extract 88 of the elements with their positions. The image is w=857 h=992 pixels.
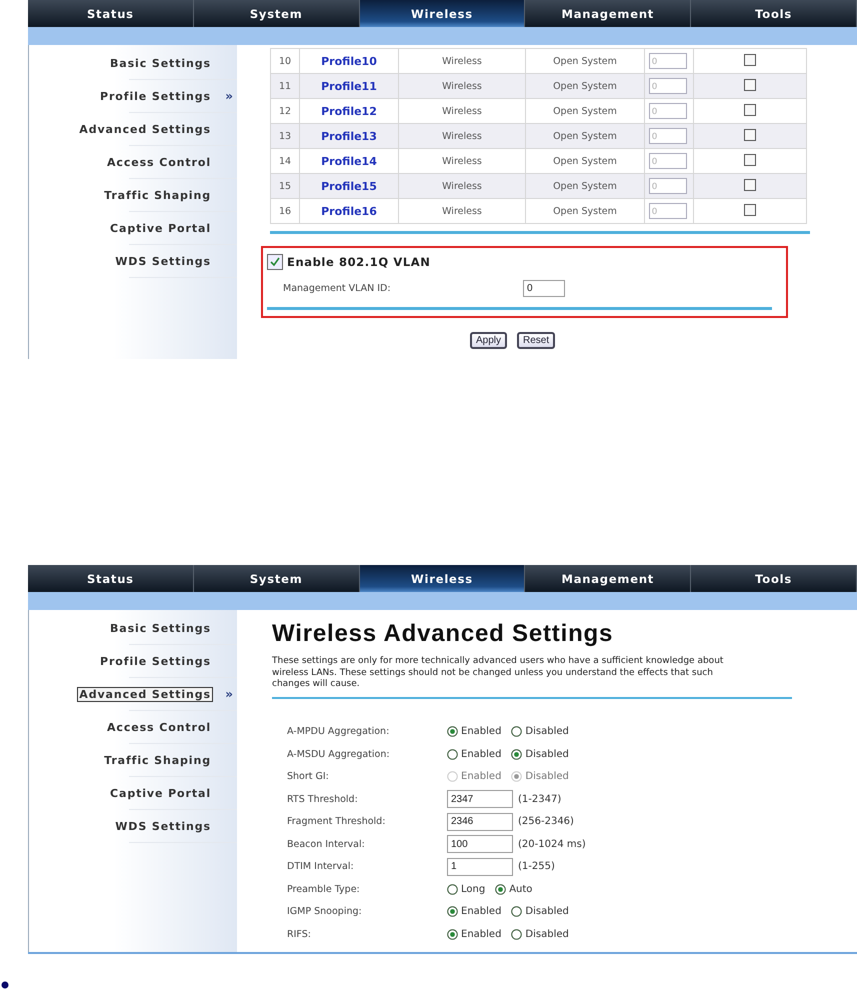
range-hint: (256-2346) (518, 816, 574, 828)
sidebar-item[interactable]: Access Control (104, 720, 213, 734)
range-hint: (20-1024 ms) (518, 838, 586, 850)
radio-label: Disabled (525, 726, 569, 738)
field-label: Management VLAN ID: (283, 283, 392, 294)
checkbox[interactable] (267, 254, 283, 270)
checkbox[interactable] (744, 154, 756, 166)
radio-button[interactable] (447, 906, 458, 918)
input-field[interactable]: 0 (523, 280, 565, 297)
radio-button[interactable] (447, 748, 458, 760)
radio-label: Enabled (461, 726, 502, 738)
radio-label: Disabled (525, 748, 569, 760)
setting-label: Preamble Type: (287, 884, 361, 895)
profile-link[interactable]: Profile15 (321, 180, 377, 192)
sidebar-item[interactable]: Basic Settings (108, 56, 213, 70)
radio-label: Disabled (525, 906, 569, 918)
page-title: Wireless Advanced Settings (272, 620, 614, 648)
radio-label: Disabled (525, 771, 569, 782)
checkbox-label: Enable 802.1Q VLAN (287, 255, 430, 269)
selected-marker: » (225, 89, 233, 103)
checkbox[interactable] (744, 104, 756, 116)
profile-link[interactable]: Profile14 (321, 154, 377, 168)
nav-tab[interactable]: Wireless (360, 0, 526, 27)
setting-label: A-MPDU Aggregation: (287, 726, 390, 738)
radio-label: Enabled (461, 928, 502, 940)
sidebar-item[interactable]: Access Control (104, 154, 213, 170)
radio-button[interactable] (447, 726, 458, 738)
setting-label: Beacon Interval: (287, 838, 366, 850)
table-cell: Open System (526, 48, 644, 74)
sidebar-item[interactable]: Captive Portal (108, 220, 213, 236)
sidebar-item[interactable]: Advanced Settings (77, 686, 213, 702)
profile-link[interactable]: Profile16 (321, 204, 377, 218)
checkbox[interactable] (744, 128, 756, 140)
checkbox[interactable] (744, 204, 756, 216)
sidebar-item[interactable]: Profile Settings (98, 654, 213, 668)
bullet-icon (0, 980, 10, 990)
input-field[interactable]: 100 (447, 835, 513, 854)
form-button[interactable]: Reset (517, 332, 556, 349)
radio-button[interactable] (495, 884, 506, 895)
setting-label: IGMP Snooping: (287, 906, 363, 918)
setting-label: A-MSDU Aggregation: (287, 748, 391, 760)
checkbox[interactable] (744, 78, 756, 90)
input-field[interactable]: 2346 (447, 812, 513, 831)
checkmark-icon (270, 257, 280, 267)
sidebar-item[interactable]: WDS Settings (113, 254, 213, 268)
setting-label: RIFS: (287, 928, 312, 940)
checkbox[interactable] (744, 178, 756, 190)
radio-button[interactable] (511, 748, 522, 760)
selected-marker: » (225, 687, 233, 701)
setting-label: RTS Threshold: (287, 794, 359, 805)
input-field[interactable]: 1 (447, 858, 513, 876)
radio-label: Enabled (461, 748, 502, 760)
radio-button[interactable] (511, 726, 522, 738)
sidebar-item[interactable]: Basic Settings (108, 620, 213, 636)
radio-label: Enabled (461, 906, 502, 918)
sidebar-item[interactable]: Advanced Settings (77, 122, 213, 136)
table-cell: 16 (270, 198, 300, 224)
table-cell: Wireless (398, 48, 526, 74)
form-button[interactable]: Apply (470, 332, 508, 349)
sidebar-item[interactable]: Captive Portal (108, 786, 213, 800)
table-cell: Wireless (398, 198, 526, 224)
sidebar-item[interactable]: Traffic Shaping (102, 752, 213, 768)
sidebar-item[interactable]: WDS Settings (113, 818, 213, 834)
profile-link[interactable]: Profile11 (321, 80, 377, 92)
radio-button[interactable] (447, 884, 458, 895)
table-cell: Open System (526, 198, 644, 224)
radio-label: Auto (509, 884, 532, 895)
radio-button[interactable] (511, 906, 522, 918)
radio-label: Disabled (525, 928, 569, 940)
profile-link[interactable]: Profile10 (321, 54, 377, 68)
setting-label: Fragment Threshold: (287, 816, 386, 828)
table-cell: 10 (270, 48, 300, 74)
range-hint: (1-2347) (518, 794, 562, 805)
profile-link[interactable]: Profile13 (321, 130, 377, 142)
input-field[interactable]: 2347 (447, 790, 513, 808)
sidebar-item[interactable]: Traffic Shaping (102, 188, 213, 202)
sidebar-item[interactable]: Profile Settings (98, 88, 213, 104)
radio-button[interactable] (447, 928, 458, 940)
profile-link[interactable]: Profile12 (321, 104, 377, 118)
radio-button[interactable] (511, 928, 522, 940)
description: These settings are only for more technically advanced users who have a sufficient knowledge about wireless LANs. These settings should not be changed unless you understand the effects that such changes will cause. (272, 656, 724, 690)
setting-label: Short GI: (287, 771, 330, 782)
nav-tab[interactable]: Wireless (360, 565, 526, 592)
radio-label: Enabled (461, 771, 502, 782)
radio-label: Long (461, 884, 486, 895)
setting-label: DTIM Interval: (287, 861, 355, 872)
checkbox[interactable] (744, 54, 756, 66)
range-hint: (1-255) (518, 861, 555, 872)
